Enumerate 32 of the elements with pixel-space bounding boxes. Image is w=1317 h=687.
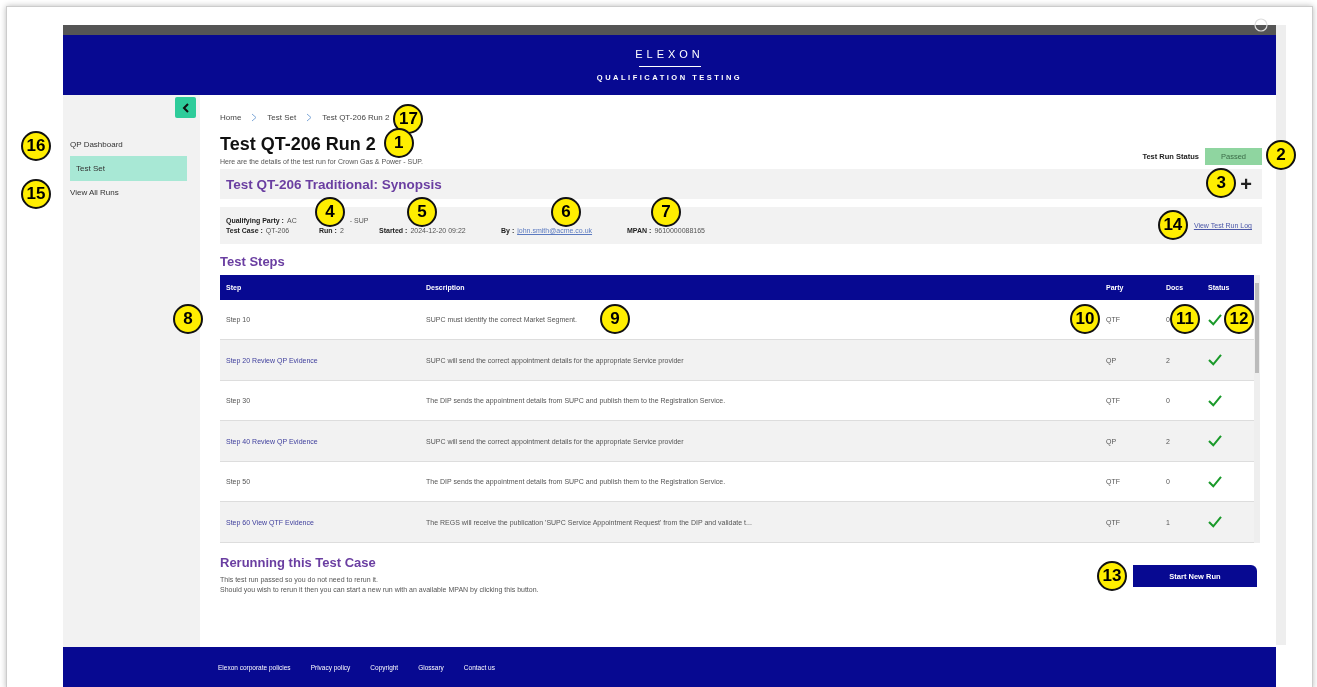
chevron-icon	[306, 112, 313, 122]
callout-number: 10	[1070, 303, 1100, 334]
page-title: Test QT-206 Run 2	[220, 134, 376, 154]
avatar-icon[interactable]	[1254, 18, 1268, 32]
collapse-button[interactable]	[175, 97, 196, 118]
expand-button[interactable]: +	[1240, 172, 1252, 196]
callout-number: 7	[651, 197, 681, 227]
callout-number: 6	[551, 197, 581, 227]
callout-number: 17	[393, 103, 424, 134]
breadcrumb-link[interactable]: Home	[220, 112, 242, 122]
callout-number: 13	[1097, 561, 1127, 591]
chevron-icon	[251, 112, 258, 122]
callout-number: 4	[315, 197, 345, 227]
logo-text: ELEXON	[635, 48, 704, 60]
callout-number: 14	[1157, 210, 1188, 240]
callout-number: 3	[1206, 167, 1237, 198]
section-title: Test Steps	[220, 254, 286, 269]
synopsis-title: Test QT-206 Traditional: Synopsis	[226, 176, 442, 192]
callout-number: 1	[383, 128, 414, 158]
callout-number: 9	[600, 303, 630, 334]
breadcrumb-link[interactable]: Test Set	[267, 112, 297, 122]
chevron-left-icon	[181, 102, 190, 113]
sidebar-item[interactable]: Test Set	[70, 156, 187, 181]
callout-number: 12	[1224, 303, 1254, 334]
breadcrumb-link[interactable]: Test QT-206 Run 2	[322, 112, 390, 122]
sidebar-item[interactable]: QP Dashboard	[63, 133, 130, 156]
callout-number: 5	[407, 197, 437, 227]
section-title: Rerunning this Test Case	[220, 555, 377, 570]
callout-number: 11	[1170, 303, 1200, 334]
sidebar-item[interactable]: View All Runs	[63, 181, 126, 204]
callout-number: 2	[1266, 140, 1296, 170]
scrollbar-thumb[interactable]	[1255, 283, 1259, 373]
